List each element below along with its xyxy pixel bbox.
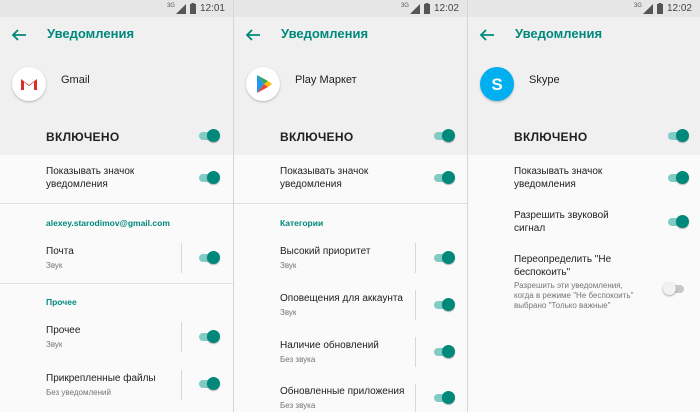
back-arrow-icon[interactable] xyxy=(244,26,262,44)
row-separator xyxy=(181,243,182,273)
divider xyxy=(0,203,233,204)
badge-toggle[interactable] xyxy=(433,171,455,184)
page-title: Уведомления xyxy=(281,26,369,41)
dnd-override-label: Переопределить "Не беспокоить" xyxy=(514,254,612,278)
channel-toggle[interactable] xyxy=(433,391,455,404)
section-header-account: alexey.starodimov@gmail.com xyxy=(46,218,170,228)
gmail-icon xyxy=(12,67,46,101)
app-name: Gmail xyxy=(61,74,90,86)
master-switch-label: ВКЛЮЧЕНО xyxy=(280,130,354,144)
channel-label: Прочее xyxy=(46,325,81,336)
channel-sub: Без уведомлений xyxy=(46,388,111,397)
app-header: S Skype xyxy=(468,55,700,117)
dnd-override-toggle[interactable] xyxy=(663,282,685,295)
toolbar: Уведомления xyxy=(0,17,233,55)
battery-icon xyxy=(656,3,663,14)
channel-sub: Звук xyxy=(46,261,63,270)
page-title: Уведомления xyxy=(515,26,603,41)
badge-label: Показывать значок уведомления xyxy=(46,166,135,190)
app-header: Gmail xyxy=(0,55,233,117)
clock: 12:01 xyxy=(199,3,225,14)
signal-icon xyxy=(409,3,420,14)
row-separator xyxy=(415,384,416,412)
status-bar: 3G 12:01 xyxy=(0,0,233,17)
status-bar: 3G 12:02 xyxy=(234,0,467,17)
channel-sub: Без звука xyxy=(280,355,316,364)
master-toggle[interactable] xyxy=(667,129,689,142)
channel-sub: Без звука xyxy=(280,401,316,410)
channel-label: Высокий приоритет xyxy=(280,246,371,257)
back-arrow-icon[interactable] xyxy=(478,26,496,44)
channel-toggle[interactable] xyxy=(433,345,455,358)
channel-toggle[interactable] xyxy=(198,330,220,343)
app-name: Skype xyxy=(529,74,560,86)
section-header-other: Прочее xyxy=(46,297,77,307)
skype-icon: S xyxy=(480,67,514,101)
row-separator xyxy=(415,337,416,367)
master-switch-row[interactable]: ВКЛЮЧЕНО xyxy=(234,117,467,155)
channel-label: Прикрепленные файлы xyxy=(46,373,156,384)
master-switch-row[interactable]: ВКЛЮЧЕНО xyxy=(0,117,233,155)
play-market-icon xyxy=(246,67,280,101)
section-header-categories: Категории xyxy=(280,218,324,228)
master-switch-label: ВКЛЮЧЕНО xyxy=(46,130,120,144)
toolbar: Уведомления xyxy=(234,17,467,55)
status-bar: 3G 12:02 xyxy=(468,0,700,17)
sound-toggle[interactable] xyxy=(667,215,689,228)
clock: 12:02 xyxy=(666,3,692,14)
row-separator xyxy=(415,290,416,320)
badge-label: Показывать значок уведомления xyxy=(280,166,369,190)
row-separator xyxy=(181,322,182,352)
gmail-notifications-panel: 3G 12:01 Уведомления Gmail ВКЛЮЧЕНО Пока… xyxy=(0,0,233,412)
badge-toggle[interactable] xyxy=(667,171,689,184)
divider xyxy=(234,203,467,204)
app-name: Play Маркет xyxy=(295,74,357,86)
channel-toggle[interactable] xyxy=(433,298,455,311)
badge-label: Показывать значок уведомления xyxy=(514,166,603,190)
badge-toggle[interactable] xyxy=(198,171,220,184)
network-type: 3G xyxy=(166,2,175,9)
skype-notifications-panel: 3G 12:02 Уведомления S Skype ВКЛЮЧЕНО По… xyxy=(468,0,700,412)
svg-text:S: S xyxy=(491,75,502,94)
battery-icon xyxy=(189,3,196,14)
row-separator xyxy=(415,243,416,273)
play-market-notifications-panel: 3G 12:02 Уведомления Play Маркет ВКЛЮЧЕН… xyxy=(234,0,467,412)
master-switch-row[interactable]: ВКЛЮЧЕНО xyxy=(468,117,700,155)
network-type: 3G xyxy=(400,2,409,9)
dnd-override-description: Разрешить эти уведомления, когда в режим… xyxy=(514,281,634,310)
toolbar: Уведомления xyxy=(468,17,700,55)
signal-icon xyxy=(175,3,186,14)
signal-icon xyxy=(642,3,653,14)
divider xyxy=(0,283,233,284)
page-title: Уведомления xyxy=(47,26,135,41)
master-switch-label: ВКЛЮЧЕНО xyxy=(514,130,588,144)
channel-toggle[interactable] xyxy=(198,377,220,390)
channel-toggle[interactable] xyxy=(433,251,455,264)
channel-sub: Звук xyxy=(280,261,297,270)
channel-sub: Звук xyxy=(46,340,63,349)
back-arrow-icon[interactable] xyxy=(10,26,28,44)
channel-toggle[interactable] xyxy=(198,251,220,264)
row-separator xyxy=(181,370,182,400)
channel-sub: Звук xyxy=(280,308,297,317)
channel-label: Почта xyxy=(46,246,74,257)
clock: 12:02 xyxy=(433,3,459,14)
master-toggle[interactable] xyxy=(433,129,455,142)
channel-label: Обновленные приложения xyxy=(280,386,405,397)
app-header: Play Маркет xyxy=(234,55,467,117)
channel-label: Наличие обновлений xyxy=(280,340,379,351)
battery-icon xyxy=(423,3,430,14)
master-toggle[interactable] xyxy=(198,129,220,142)
channel-label: Оповещения для аккаунта xyxy=(280,293,403,304)
network-type: 3G xyxy=(633,2,642,9)
sound-label: Разрешить звуковой сигнал xyxy=(514,210,609,234)
